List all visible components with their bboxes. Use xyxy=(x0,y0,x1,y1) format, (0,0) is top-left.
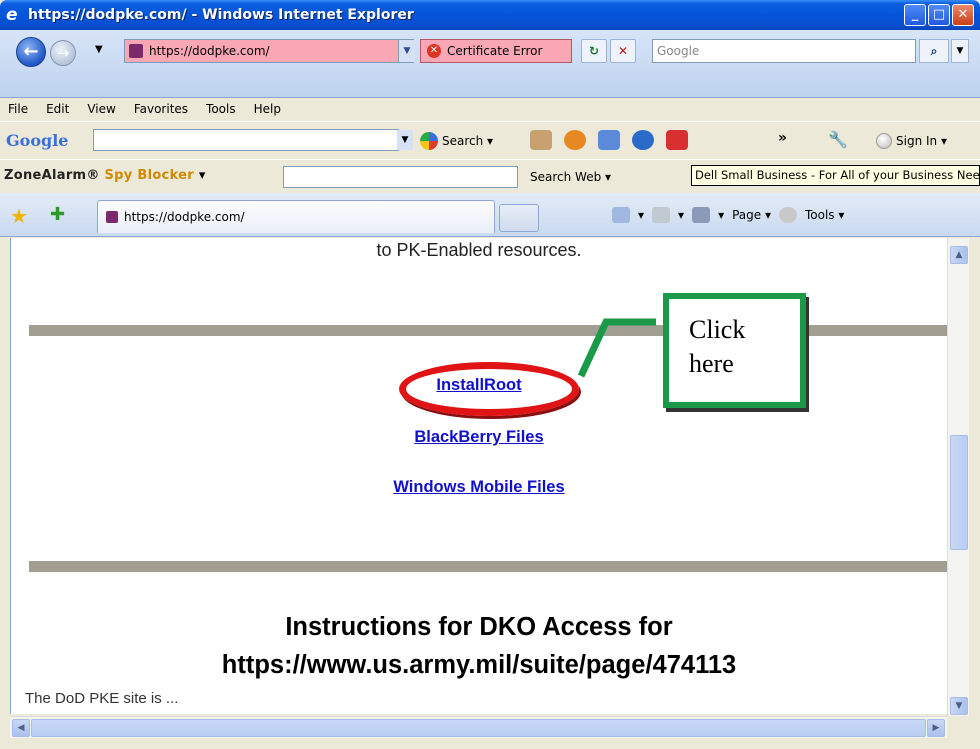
refresh-button[interactable]: ↻ xyxy=(581,39,607,63)
google-search-button[interactable]: Search ▾ xyxy=(420,132,493,150)
history-dropdown[interactable]: ▼ xyxy=(95,44,103,55)
error-shield-icon: ✕ xyxy=(427,44,441,58)
window-bottom-frame xyxy=(0,738,980,749)
google-toolbar: Google ▼ Search ▾ » 🔧 Sign In ▾ xyxy=(0,121,980,158)
address-dropdown[interactable]: ▼ xyxy=(398,40,415,62)
tab-label: https://dodpke.com/ xyxy=(124,210,245,224)
command-bar: ▾ ▾ ▾ Page ▾ Tools ▾ xyxy=(612,207,844,223)
address-url: https://dodpke.com/ xyxy=(149,44,270,58)
certificate-error-button[interactable]: ✕ Certificate Error xyxy=(420,39,572,63)
click-here-callout: Click here xyxy=(663,293,806,408)
menu-help[interactable]: Help xyxy=(254,102,281,116)
tab-dodpke[interactable]: https://dodpke.com/ xyxy=(97,200,495,233)
callout-line-2: here xyxy=(689,349,734,378)
certificate-error-label: Certificate Error xyxy=(447,44,543,58)
horizontal-scrollbar[interactable]: ◀ ▶ xyxy=(10,716,947,738)
menu-tools[interactable]: Tools xyxy=(206,102,236,116)
callout-line-1: Click xyxy=(689,315,746,344)
back-button[interactable]: ← xyxy=(16,37,46,67)
popup-blocker-icon[interactable] xyxy=(666,130,688,150)
forward-button[interactable]: → xyxy=(50,40,76,66)
menu-file[interactable]: File xyxy=(8,102,28,116)
title-bar: e https://dodpke.com/ - Windows Internet… xyxy=(0,0,980,30)
window-controls: _ □ ✕ xyxy=(904,4,974,26)
search-web-button[interactable]: Search Web ▾ xyxy=(530,170,611,184)
sign-in-icon xyxy=(876,133,892,149)
google-logo: Google xyxy=(6,131,69,150)
print-icon[interactable] xyxy=(692,207,711,223)
dell-tooltip: Dell Small Business - For All of your Bu… xyxy=(691,165,980,186)
vertical-scroll-thumb[interactable] xyxy=(950,435,968,550)
address-toolbar: ← → ▼ https://dodpke.com/ ▼ ✕ Certificat… xyxy=(0,30,980,98)
favorites-star-icon[interactable]: ★ xyxy=(10,204,28,228)
chevron-more-icon[interactable]: » xyxy=(778,130,787,146)
google-search-icon xyxy=(420,132,438,150)
site-icon xyxy=(129,44,143,58)
page-menu[interactable]: Page ▾ xyxy=(732,208,771,222)
ie-icon: e xyxy=(6,5,18,25)
callout-pointer xyxy=(577,318,656,378)
stop-button[interactable]: ✕ xyxy=(610,39,636,63)
tools-menu[interactable]: Tools ▾ xyxy=(805,208,844,222)
zonealarm-search-input[interactable] xyxy=(283,166,518,188)
address-bar[interactable]: https://dodpke.com/ xyxy=(124,39,414,63)
horizontal-scroll-thumb[interactable] xyxy=(31,719,926,737)
spiral-icon[interactable] xyxy=(564,130,586,150)
search-icon[interactable]: ⌕ xyxy=(919,39,949,63)
zonealarm-logo-suffix: Spy Blocker xyxy=(104,168,195,183)
toolbar-icons xyxy=(530,130,688,150)
wrench-icon[interactable]: 🔧 xyxy=(828,130,848,149)
menu-bar: File Edit View Favorites Tools Help xyxy=(0,98,980,120)
google-search-input[interactable] xyxy=(93,129,399,151)
vertical-scrollbar[interactable]: ▲ ▼ xyxy=(947,238,969,716)
scroll-right-button[interactable]: ▶ xyxy=(927,719,945,737)
google-search-dropdown[interactable]: ▼ xyxy=(397,130,413,150)
menu-view[interactable]: View xyxy=(87,102,115,116)
search-dropdown[interactable]: ▼ xyxy=(951,39,969,63)
scroll-up-button[interactable]: ▲ xyxy=(950,246,968,264)
search-input[interactable]: Google xyxy=(652,39,916,63)
maximize-button[interactable]: □ xyxy=(928,4,950,26)
gear-icon xyxy=(778,207,797,223)
window-title: https://dodpke.com/ - Windows Internet E… xyxy=(28,7,414,23)
menu-favorites[interactable]: Favorites xyxy=(134,102,188,116)
close-button[interactable]: ✕ xyxy=(952,4,974,26)
scroll-left-button[interactable]: ◀ xyxy=(12,719,30,737)
feeds-icon[interactable] xyxy=(652,207,671,223)
new-tab-button[interactable] xyxy=(499,204,539,232)
tab-bar: ★ ✚ https://dodpke.com/ ▾ ▾ ▾ Page ▾ Too… xyxy=(0,193,980,237)
sign-in-button[interactable]: Sign In ▾ xyxy=(876,133,947,149)
page-content: to PK-Enabled resources. InstallRoot Bla… xyxy=(10,238,947,714)
zonealarm-logo: ZoneAlarm® Spy Blocker ▾ xyxy=(4,168,206,183)
scroll-down-button[interactable]: ▼ xyxy=(950,697,968,715)
scroll-corner xyxy=(947,716,969,738)
sign-in-label: Sign In ▾ xyxy=(896,134,947,148)
google-search-label: Search ▾ xyxy=(442,134,494,148)
tab-site-icon xyxy=(106,211,118,223)
minimize-button[interactable]: _ xyxy=(904,4,926,26)
add-favorite-icon[interactable]: ✚ xyxy=(50,204,65,225)
bookmark-icon[interactable] xyxy=(530,130,552,150)
home-icon[interactable] xyxy=(612,207,630,223)
dell-icon[interactable] xyxy=(632,130,654,150)
zonealarm-logo-prefix: ZoneAlarm® xyxy=(4,168,100,183)
plus-icon[interactable] xyxy=(598,130,620,150)
menu-edit[interactable]: Edit xyxy=(46,102,69,116)
